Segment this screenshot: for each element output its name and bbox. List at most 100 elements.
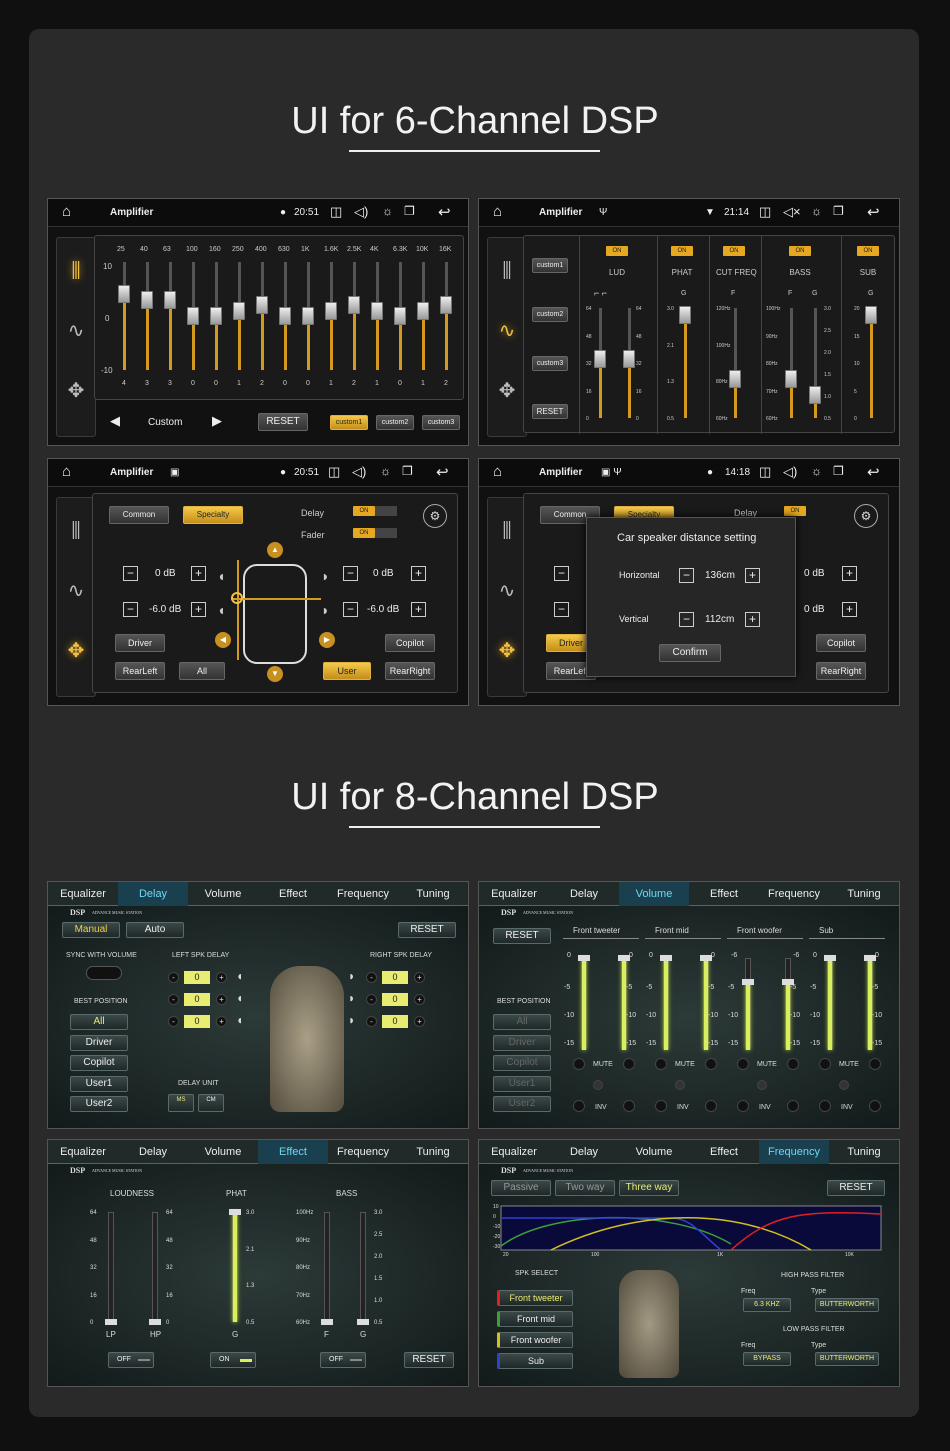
custom3-button[interactable]: custom3 bbox=[422, 415, 460, 430]
next-preset-icon[interactable]: ▶ bbox=[212, 413, 222, 429]
effect-slider-knob[interactable] bbox=[679, 306, 691, 324]
right-plus-button[interactable]: + bbox=[414, 1016, 425, 1027]
link-toggle[interactable] bbox=[839, 1080, 849, 1090]
mute-left-button[interactable] bbox=[737, 1058, 749, 1070]
left-minus-button[interactable]: - bbox=[168, 972, 179, 983]
mute-right-button[interactable] bbox=[869, 1058, 881, 1070]
copilot-button[interactable]: Copilot bbox=[385, 634, 435, 652]
speaker-sub-button[interactable]: Sub bbox=[497, 1353, 573, 1369]
home-icon[interactable]: ⌂ bbox=[493, 463, 502, 480]
all-button[interactable]: All bbox=[179, 662, 225, 680]
tab-frequency[interactable]: Frequency bbox=[328, 1146, 398, 1158]
camera-icon[interactable]: ◫ bbox=[759, 204, 771, 220]
back-icon[interactable]: ↩ bbox=[438, 203, 451, 221]
position-all-button[interactable]: All bbox=[493, 1014, 551, 1030]
volume-slider-knob[interactable] bbox=[578, 955, 590, 961]
rl-minus-button[interactable]: − bbox=[554, 602, 569, 617]
brightness-icon[interactable]: ☼ bbox=[380, 464, 391, 478]
home-icon[interactable]: ⌂ bbox=[62, 203, 71, 220]
vertical-plus-button[interactable]: + bbox=[745, 612, 760, 627]
tab-delay[interactable]: Delay bbox=[549, 888, 619, 900]
tab-tuning[interactable]: Tuning bbox=[398, 1146, 468, 1158]
eq-slider-knob[interactable] bbox=[233, 301, 245, 320]
brightness-icon[interactable]: ☼ bbox=[811, 204, 822, 218]
horizontal-plus-button[interactable]: + bbox=[745, 568, 760, 583]
prev-preset-icon[interactable]: ◀ bbox=[110, 413, 120, 429]
delay-toggle[interactable]: ON bbox=[784, 506, 806, 516]
back-icon[interactable]: ↩ bbox=[867, 203, 880, 221]
position-copilot-button[interactable]: Copilot bbox=[70, 1055, 128, 1071]
position-all-button[interactable]: All bbox=[70, 1014, 128, 1030]
mute-left-button[interactable] bbox=[573, 1058, 585, 1070]
eq-slider-knob[interactable] bbox=[394, 307, 406, 325]
camera-icon[interactable]: ◫ bbox=[328, 464, 340, 480]
brightness-icon[interactable]: ☼ bbox=[382, 204, 393, 218]
driver-button[interactable]: Driver bbox=[115, 634, 165, 652]
tab-equalizer[interactable]: Equalizer bbox=[479, 888, 549, 900]
left-plus-button[interactable]: + bbox=[216, 1016, 227, 1027]
tab-effect[interactable]: Effect bbox=[258, 1140, 328, 1164]
fader-toggle[interactable]: ON bbox=[353, 528, 375, 538]
right-plus-button[interactable]: + bbox=[414, 972, 425, 983]
specialty-tab[interactable]: Specialty bbox=[183, 506, 243, 524]
equalizer-icon[interactable]: ⫼ bbox=[57, 520, 95, 543]
mute-left-button[interactable] bbox=[819, 1058, 831, 1070]
window-icon[interactable]: ❐ bbox=[404, 204, 415, 218]
effect-on-badge[interactable]: ON bbox=[789, 246, 811, 256]
inv-right-button[interactable] bbox=[623, 1100, 635, 1112]
reset-button[interactable]: RESET bbox=[404, 1352, 454, 1368]
speaker-front-woofer-button[interactable]: Front woofer bbox=[497, 1332, 573, 1348]
tab-volume[interactable]: Volume bbox=[619, 1146, 689, 1158]
confirm-button[interactable]: Confirm bbox=[659, 644, 721, 662]
fr-plus-button[interactable]: + bbox=[411, 566, 426, 581]
eq-slider-knob[interactable] bbox=[118, 285, 130, 304]
effect-slider-knob[interactable] bbox=[623, 350, 635, 368]
tab-frequency[interactable]: Frequency bbox=[328, 888, 398, 900]
left-minus-button[interactable]: - bbox=[168, 1016, 179, 1027]
inv-left-button[interactable] bbox=[573, 1100, 585, 1112]
fr-minus-button[interactable]: − bbox=[343, 566, 358, 581]
rearleft-button[interactable]: RearLeft bbox=[115, 662, 165, 680]
equalizer-icon[interactable]: ⫼ bbox=[57, 260, 95, 283]
link-toggle[interactable] bbox=[675, 1080, 685, 1090]
position-user2-button[interactable]: User2 bbox=[493, 1096, 551, 1112]
volume-icon[interactable]: ◁) bbox=[783, 464, 797, 480]
camera-icon[interactable]: ◫ bbox=[330, 204, 342, 220]
back-icon[interactable]: ↩ bbox=[867, 463, 880, 481]
speaker-position-icon[interactable]: ✥ bbox=[57, 638, 95, 663]
speaker-front-mid-button[interactable]: Front mid bbox=[497, 1311, 573, 1327]
right-minus-button[interactable]: - bbox=[366, 972, 377, 983]
rl-plus-button[interactable]: + bbox=[191, 602, 206, 617]
brightness-icon[interactable]: ☼ bbox=[811, 464, 822, 478]
tab-frequency[interactable]: Frequency bbox=[759, 1140, 829, 1164]
inv-right-button[interactable] bbox=[869, 1100, 881, 1112]
horizontal-minus-button[interactable]: − bbox=[679, 568, 694, 583]
seat-settings-icon[interactable]: ⚙ bbox=[854, 504, 878, 528]
eq-slider-knob[interactable] bbox=[348, 296, 360, 315]
tab-equalizer[interactable]: Equalizer bbox=[48, 888, 118, 900]
left-minus-button[interactable]: - bbox=[168, 994, 179, 1005]
speaker-position-icon[interactable]: ✥ bbox=[488, 378, 526, 403]
eq-slider-knob[interactable] bbox=[164, 290, 176, 309]
tab-volume[interactable]: Volume bbox=[188, 888, 258, 900]
effect-slider-knob[interactable] bbox=[321, 1319, 333, 1325]
rr-plus-button[interactable]: + bbox=[842, 602, 857, 617]
rearright-button[interactable]: RearRight bbox=[816, 662, 866, 680]
effect-slider-knob[interactable] bbox=[594, 350, 606, 368]
eq-slider-knob[interactable] bbox=[141, 290, 153, 309]
tab-volume[interactable]: Volume bbox=[188, 1146, 258, 1158]
position-user1-button[interactable]: User1 bbox=[493, 1075, 551, 1092]
custom2-button[interactable]: custom2 bbox=[376, 415, 414, 430]
rr-minus-button[interactable]: − bbox=[343, 602, 358, 617]
eq-slider-knob[interactable] bbox=[302, 307, 314, 325]
tab-effect[interactable]: Effect bbox=[689, 1146, 759, 1158]
tab-delay[interactable]: Delay bbox=[118, 882, 188, 906]
seat-settings-icon[interactable]: ⚙ bbox=[423, 504, 447, 528]
position-copilot-button[interactable]: Copilot bbox=[493, 1055, 551, 1071]
link-toggle[interactable] bbox=[593, 1080, 603, 1090]
auto-button[interactable]: Auto bbox=[126, 922, 184, 938]
cm-button[interactable]: CM bbox=[198, 1094, 224, 1112]
waveform-icon[interactable]: ∿ bbox=[488, 578, 526, 603]
link-toggle[interactable] bbox=[757, 1080, 767, 1090]
focus-point-icon[interactable] bbox=[231, 592, 243, 604]
